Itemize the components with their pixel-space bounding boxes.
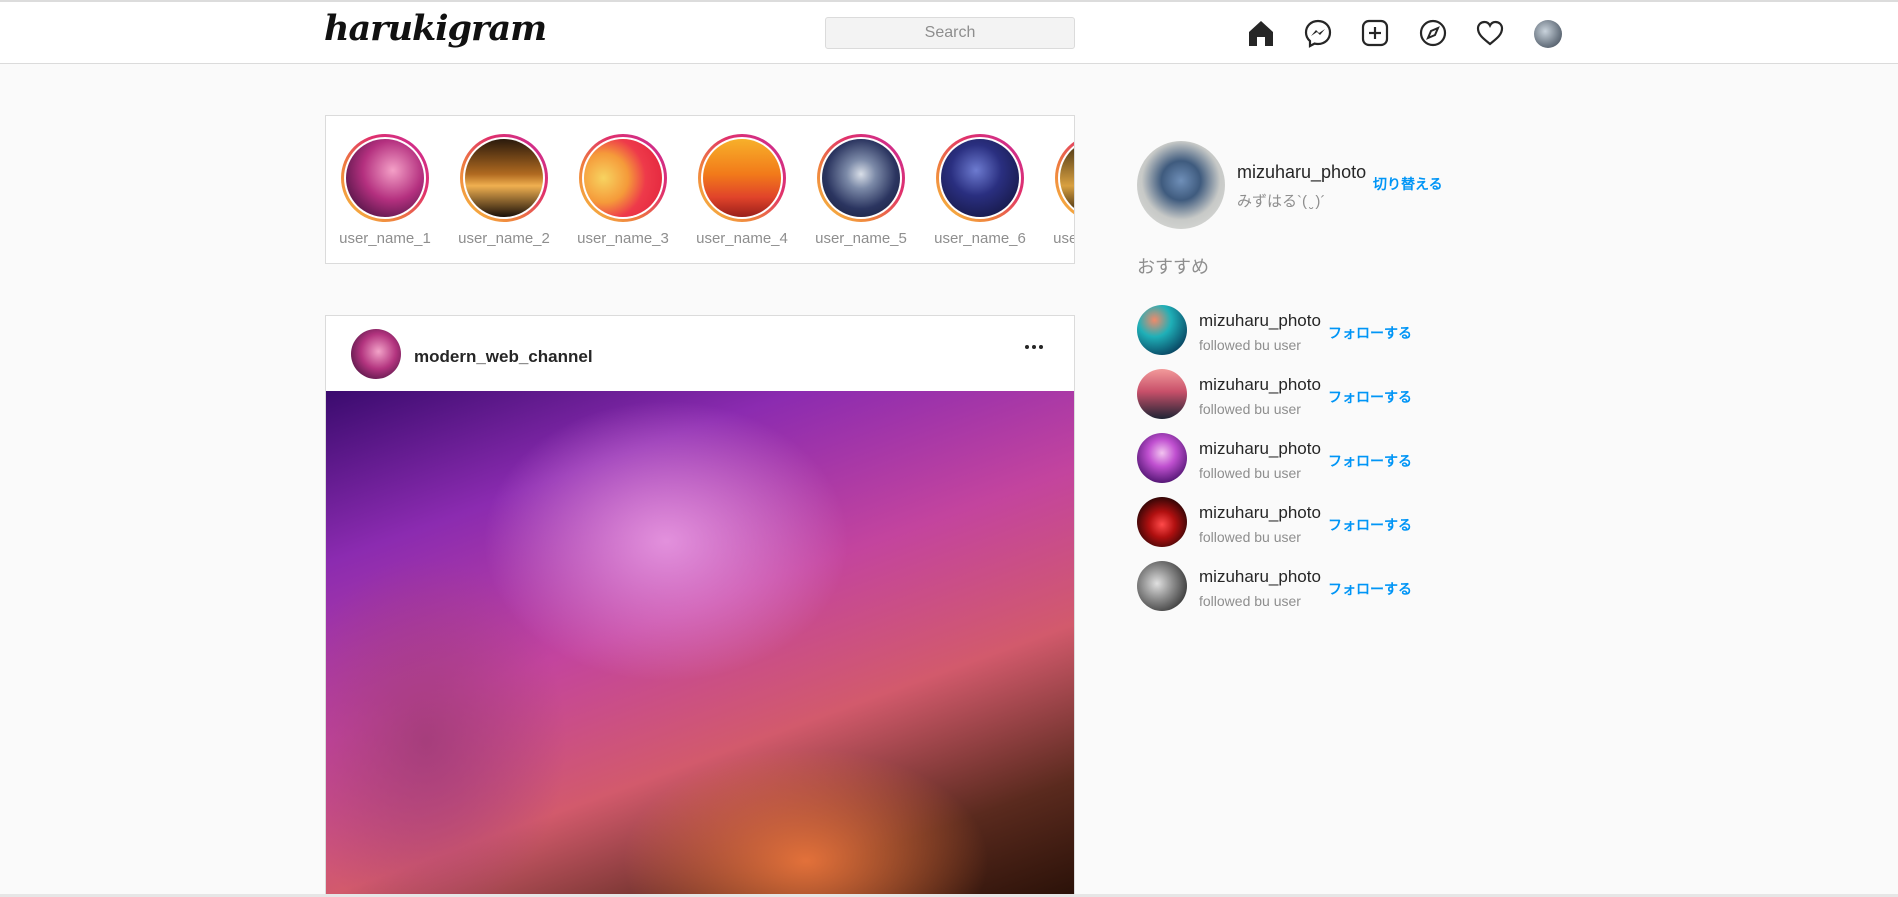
follow-button[interactable]: フォローする bbox=[1328, 579, 1412, 599]
recommendation-avatar[interactable] bbox=[1137, 497, 1187, 547]
recommendation-subtitle: followed bu user bbox=[1199, 337, 1301, 353]
switch-account-link[interactable]: 切り替える bbox=[1373, 174, 1443, 194]
story-avatar bbox=[822, 139, 900, 217]
more-horizontal-icon[interactable] bbox=[1023, 336, 1051, 360]
story-username: user_name_7 bbox=[1053, 230, 1074, 247]
story-avatar bbox=[1060, 139, 1074, 217]
story-username: user_name_6 bbox=[934, 230, 1026, 247]
recommendation-username[interactable]: mizuharu_photo bbox=[1199, 311, 1321, 331]
profile-avatar[interactable] bbox=[1534, 20, 1562, 48]
story-username: user_name_2 bbox=[458, 230, 550, 247]
current-user-fullname: みずはる`( ̮ )´ bbox=[1237, 193, 1326, 210]
story-avatar bbox=[941, 139, 1019, 217]
recommendation-username[interactable]: mizuharu_photo bbox=[1199, 375, 1321, 395]
top-navigation-bar: harukigram bbox=[0, 2, 1898, 64]
search-input[interactable] bbox=[825, 17, 1075, 49]
recommendation-avatar[interactable] bbox=[1137, 561, 1187, 611]
activity-heart-icon[interactable] bbox=[1474, 17, 1506, 49]
story-avatar bbox=[346, 139, 424, 217]
recommendation-username[interactable]: mizuharu_photo bbox=[1199, 503, 1321, 523]
story-ring bbox=[698, 134, 786, 222]
recommendation-item: mizuharu_photo followed bu user フォローする bbox=[1137, 497, 1537, 549]
recommendation-avatar[interactable] bbox=[1137, 305, 1187, 355]
recommendation-item: mizuharu_photo followed bu user フォローする bbox=[1137, 433, 1537, 485]
story-ring bbox=[1055, 134, 1074, 222]
story-avatar bbox=[465, 139, 543, 217]
story-ring bbox=[936, 134, 1024, 222]
home-icon[interactable] bbox=[1245, 17, 1277, 49]
messenger-icon[interactable] bbox=[1302, 17, 1334, 49]
follow-button[interactable]: フォローする bbox=[1328, 451, 1412, 471]
recommendation-username[interactable]: mizuharu_photo bbox=[1199, 567, 1321, 587]
story-username: user_name_1 bbox=[339, 230, 431, 247]
post-author-username[interactable]: modern_web_channel bbox=[414, 347, 593, 367]
stories-tray: user_name_1 user_name_2 user_name_3 user… bbox=[325, 115, 1075, 264]
follow-button[interactable]: フォローする bbox=[1328, 387, 1412, 407]
recommendation-subtitle: followed bu user bbox=[1199, 529, 1301, 545]
story-username: user_name_4 bbox=[696, 230, 788, 247]
recommendation-subtitle: followed bu user bbox=[1199, 465, 1301, 481]
story-avatar bbox=[703, 139, 781, 217]
story-ring bbox=[341, 134, 429, 222]
story-item[interactable]: user_name_6 bbox=[932, 134, 1028, 247]
post-author-avatar[interactable] bbox=[351, 329, 401, 379]
recommendation-item: mizuharu_photo followed bu user フォローする bbox=[1137, 369, 1537, 421]
recommendation-subtitle: followed bu user bbox=[1199, 593, 1301, 609]
recommendation-item: mizuharu_photo followed bu user フォローする bbox=[1137, 305, 1537, 357]
follow-button[interactable]: フォローする bbox=[1328, 323, 1412, 343]
recommendation-avatar[interactable] bbox=[1137, 433, 1187, 483]
story-avatar bbox=[584, 139, 662, 217]
story-item[interactable]: user_name_1 bbox=[337, 134, 433, 247]
story-username: user_name_3 bbox=[577, 230, 669, 247]
story-item[interactable]: user_name_3 bbox=[575, 134, 671, 247]
recommendation-username[interactable]: mizuharu_photo bbox=[1199, 439, 1321, 459]
app-logo[interactable]: harukigram bbox=[324, 8, 547, 49]
story-ring bbox=[817, 134, 905, 222]
story-item[interactable]: user_name_5 bbox=[813, 134, 909, 247]
recommendation-subtitle: followed bu user bbox=[1199, 401, 1301, 417]
post-image[interactable] bbox=[326, 391, 1074, 896]
current-user-username[interactable]: mizuharu_photo bbox=[1237, 162, 1366, 183]
current-user-avatar[interactable] bbox=[1137, 141, 1225, 229]
story-item[interactable]: user_name_4 bbox=[694, 134, 790, 247]
feed-post: modern_web_channel bbox=[325, 315, 1075, 897]
story-ring bbox=[579, 134, 667, 222]
story-ring bbox=[460, 134, 548, 222]
story-item[interactable]: user_name_2 bbox=[456, 134, 552, 247]
story-item[interactable]: user_name_7 bbox=[1051, 134, 1074, 247]
story-username: user_name_5 bbox=[815, 230, 907, 247]
recommendation-item: mizuharu_photo followed bu user フォローする bbox=[1137, 561, 1537, 613]
new-post-icon[interactable] bbox=[1359, 17, 1391, 49]
recommendations-title: おすすめ bbox=[1137, 257, 1209, 277]
explore-icon[interactable] bbox=[1417, 17, 1449, 49]
recommendation-avatar[interactable] bbox=[1137, 369, 1187, 419]
follow-button[interactable]: フォローする bbox=[1328, 515, 1412, 535]
